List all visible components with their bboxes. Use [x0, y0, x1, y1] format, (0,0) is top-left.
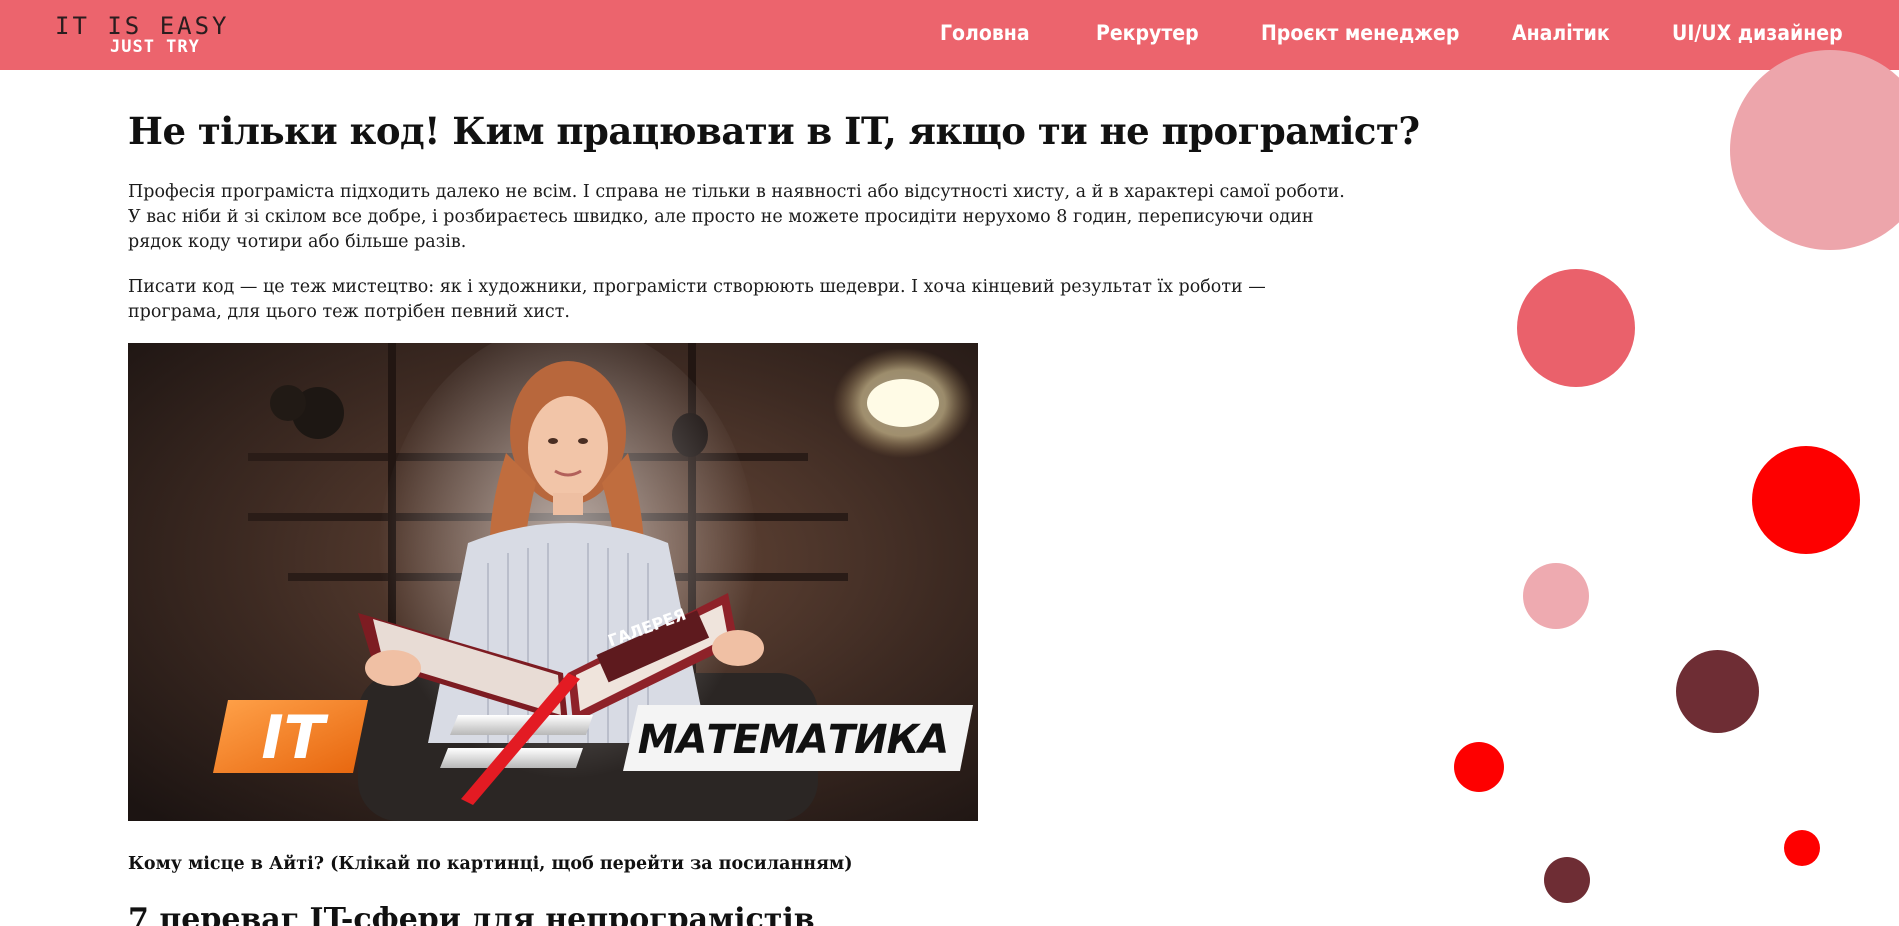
decorative-circle-red-large [1752, 446, 1860, 554]
decorative-circle-large-pink [1730, 50, 1899, 250]
nav-link-recruiter[interactable]: Рекрутер [1096, 20, 1199, 46]
site-logo[interactable]: IT IS EASY JUST TRY [55, 12, 255, 62]
it-badge: IT [213, 700, 368, 773]
nav-link-home[interactable]: Головна [940, 20, 1030, 46]
logo-tagline: JUST TRY [110, 37, 200, 57]
nav-link-ui-ux-designer[interactable]: UI/UX дизайнер [1672, 20, 1843, 46]
section-heading: 7 переваг IT-сфери для непрограмістів [128, 902, 815, 926]
image-caption-link[interactable]: Кому місце в Айті? (Клікай по картинці, … [128, 852, 853, 876]
decorative-circle-red-small [1784, 830, 1820, 866]
article-paragraph-2: Писати код — це теж мистецтво: як і худо… [128, 277, 1266, 322]
decorative-circle-maroon-large [1676, 650, 1759, 733]
decorative-circle-pale-pink [1523, 563, 1589, 629]
article-title: Не тільки код! Ким працювати в IT, якщо … [128, 109, 1420, 153]
site-header: IT IS EASY JUST TRY Головна Рекрутер Про… [0, 0, 1899, 70]
decorative-circle-maroon-small [1544, 857, 1590, 903]
article-paragraph-1: Професія програміста підходить далеко не… [128, 182, 1345, 252]
decorative-circle-coral [1517, 269, 1635, 387]
nav-link-analyst[interactable]: Аналітик [1512, 20, 1610, 46]
hero-illustration: ГАЛЕРЕЯ IT МАТЕМАТИКА [128, 343, 978, 821]
math-badge-text: МАТЕМАТИКА [638, 717, 949, 763]
page: IT IS EASY JUST TRY Головна Рекрутер Про… [0, 0, 1899, 926]
it-badge-text: IT [261, 703, 328, 773]
decorative-circle-red-medium [1454, 742, 1504, 792]
math-badge: МАТЕМАТИКА [623, 705, 973, 771]
article-hero-image-link[interactable]: ГАЛЕРЕЯ IT МАТЕМАТИКА [128, 343, 978, 821]
nav-link-project-manager[interactable]: Проєкт менеджер [1261, 20, 1459, 46]
logo-title: IT IS EASY [55, 12, 230, 40]
